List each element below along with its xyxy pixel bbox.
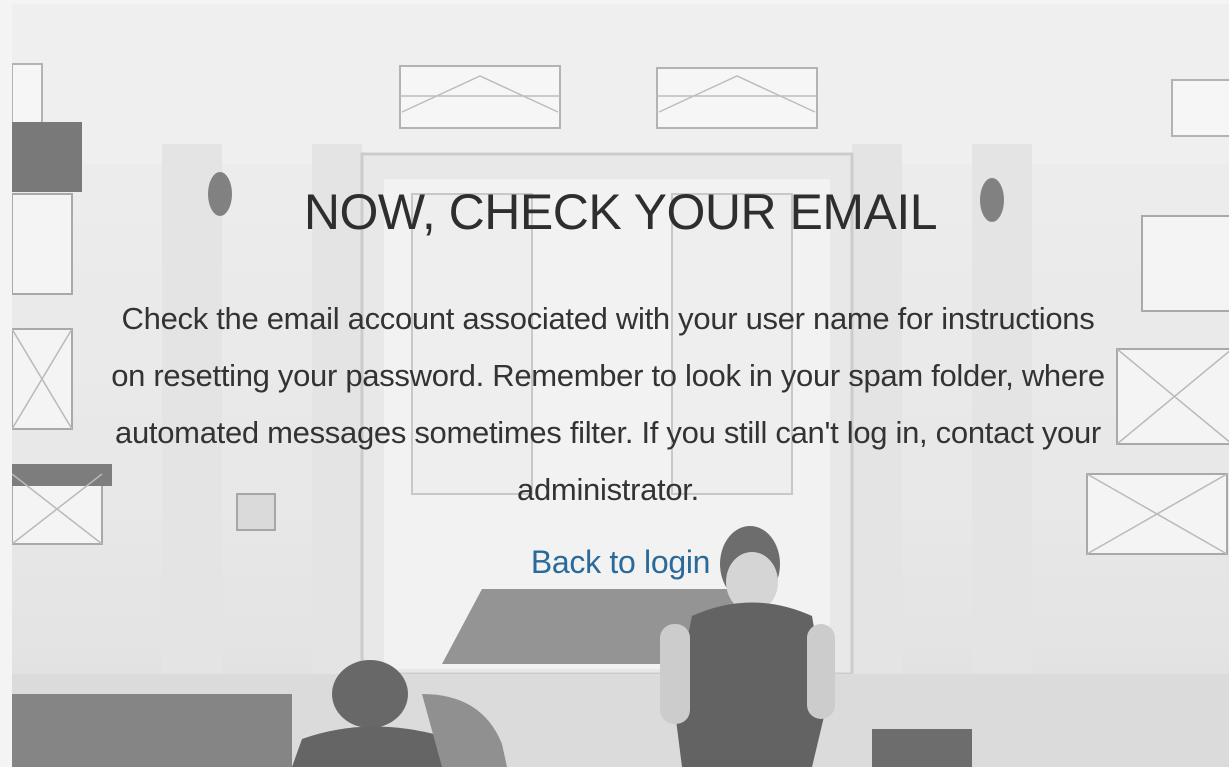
instructions-text: Check the email account associated with … <box>111 301 1105 507</box>
back-to-login-link[interactable]: Back to login <box>531 544 711 580</box>
page-title: NOW, CHECK YOUR EMAIL <box>303 184 938 240</box>
password-reset-confirmation-page: NOW, CHECK YOUR EMAIL Check the email ac… <box>0 0 1229 767</box>
back-to-login-container: Back to login <box>12 540 1229 584</box>
left-gutter <box>0 0 12 767</box>
